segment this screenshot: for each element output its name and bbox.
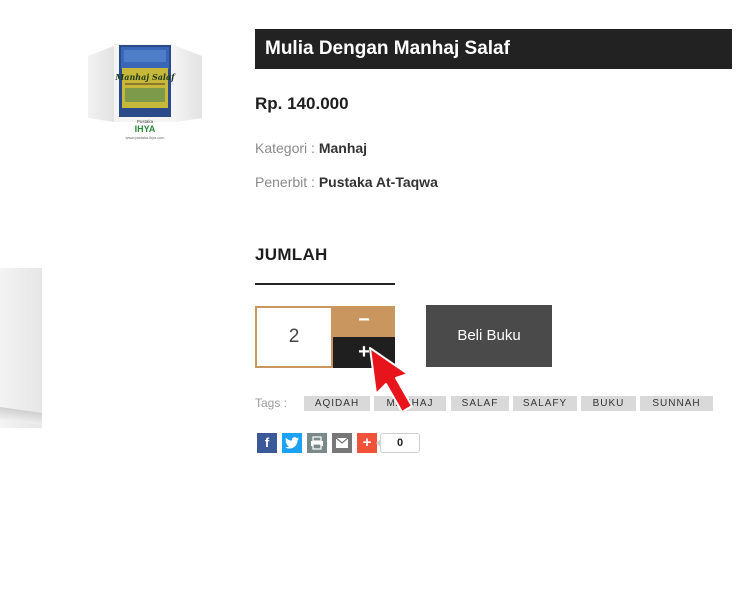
quantity-heading: JUMLAH — [255, 245, 328, 264]
tag-sunnah[interactable]: SUNNAH — [640, 396, 713, 411]
pointer-arrow-icon — [368, 346, 420, 418]
tag-buku[interactable]: BUKU — [581, 396, 636, 411]
large-product-image-edge — [0, 268, 42, 428]
publisher-label: Penerbit : — [255, 174, 319, 190]
quantity-heading-underline — [255, 283, 395, 285]
more-share-icon[interactable]: + — [357, 433, 377, 453]
category-row: Kategori : Manhaj — [255, 140, 367, 156]
buy-book-button[interactable]: Beli Buku — [426, 305, 552, 367]
tag-salaf[interactable]: SALAF — [451, 396, 509, 411]
product-thumbnail[interactable]: Manhaj Salaf Pustaka IHYA www.pustaka-ih… — [86, 42, 204, 140]
book-title-line1: Manhaj Salaf — [114, 72, 176, 82]
quantity-input[interactable]: 2 — [255, 306, 333, 368]
quantity-decrement-button[interactable]: − — [333, 306, 395, 337]
twitter-icon[interactable] — [282, 433, 302, 453]
publisher-website-text: www.pustaka-ihya.com — [126, 136, 165, 140]
share-count: 0 — [376, 433, 420, 453]
publisher-row: Penerbit : Pustaka At-Taqwa — [255, 174, 438, 190]
book-cover-image: Manhaj Salaf Pustaka IHYA www.pustaka-ih… — [88, 44, 202, 140]
facebook-icon[interactable]: f — [257, 433, 277, 453]
tag-aqidah[interactable]: AQIDAH — [304, 396, 370, 411]
product-price: Rp. 140.000 — [255, 94, 349, 113]
tag-salafy[interactable]: SALAFY — [513, 396, 577, 411]
tags-label: Tags : — [255, 396, 288, 410]
publisher-logo-text: IHYA — [135, 124, 156, 134]
category-value[interactable]: Manhaj — [319, 140, 367, 156]
category-label: Kategori : — [255, 140, 319, 156]
print-icon[interactable] — [307, 433, 327, 453]
publisher-value[interactable]: Pustaka At-Taqwa — [319, 174, 438, 190]
product-title: Mulia Dengan Manhaj Salaf — [255, 29, 732, 69]
email-icon[interactable] — [332, 433, 352, 453]
